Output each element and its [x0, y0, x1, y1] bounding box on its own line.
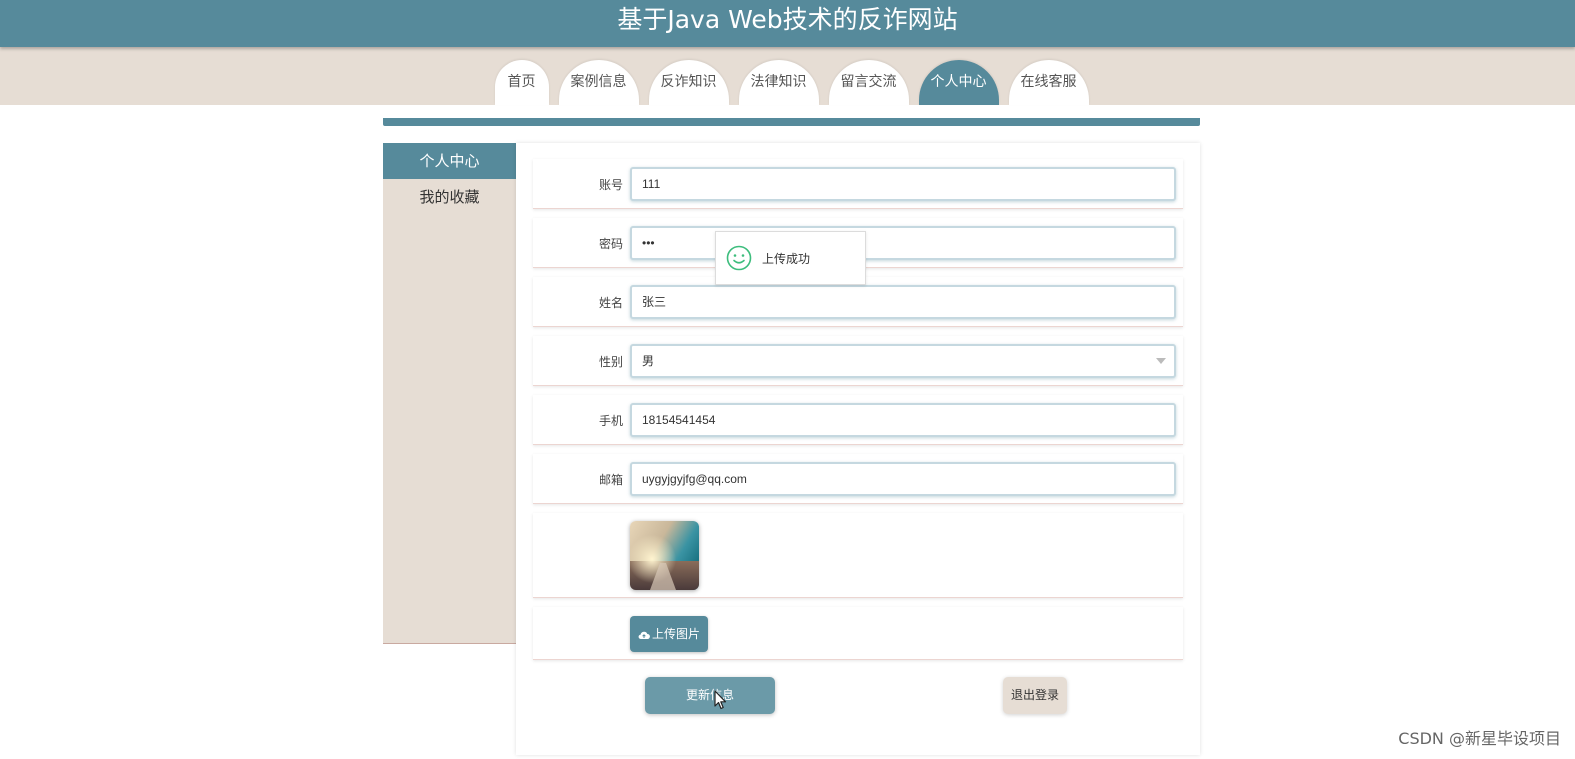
page: 基于Java Web技术的反诈网站 首页 案例信息 反诈知识 法律知识 留言交流…	[0, 0, 1575, 759]
chevron-down-icon	[1156, 358, 1166, 364]
form-row-email: 邮箱 uygyjgyjfg@qq.com	[533, 454, 1183, 504]
sidebar-item-favorites[interactable]: 我的收藏	[383, 179, 516, 215]
account-label: 账号	[598, 178, 623, 192]
site-header: 基于Java Web技术的反诈网站	[0, 0, 1575, 47]
toast-message: 上传成功	[762, 252, 811, 266]
nav-tab-law[interactable]: 法律知识	[738, 60, 819, 105]
mouse-cursor-icon	[714, 690, 727, 710]
name-label: 姓名	[598, 296, 623, 310]
gender-selected-value: 男	[642, 354, 655, 368]
gender-label: 性别	[598, 355, 623, 369]
nav-tab-customer-service[interactable]: 在线客服	[1008, 60, 1089, 105]
nav-tab-personal-center[interactable]: 个人中心	[918, 60, 999, 105]
gender-select[interactable]: 男	[630, 344, 1176, 378]
email-label: 邮箱	[598, 473, 623, 487]
upload-button-label: 上传图片	[651, 627, 700, 641]
form-row-upload: 上传图片	[533, 607, 1183, 660]
avatar-image	[630, 521, 699, 590]
logout-button[interactable]: 退出登录	[1003, 677, 1067, 714]
phone-label: 手机	[598, 414, 623, 428]
password-label: 密码	[598, 237, 623, 251]
smile-icon	[726, 245, 752, 271]
password-input[interactable]: •••	[630, 226, 1176, 260]
upload-success-toast: 上传成功	[715, 231, 866, 285]
email-input[interactable]: uygyjgyjfg@qq.com	[630, 462, 1176, 496]
account-input[interactable]: 111	[630, 167, 1176, 201]
sidebar: 个人中心 我的收藏	[383, 143, 516, 644]
form-row-account: 账号 111	[533, 159, 1183, 209]
avatar	[630, 521, 699, 590]
nav-tab-messages[interactable]: 留言交流	[828, 60, 909, 105]
sidebar-item-personal-center[interactable]: 个人中心	[383, 143, 516, 179]
nav-tab-anti-fraud[interactable]: 反诈知识	[648, 60, 729, 105]
form-row-avatar	[533, 513, 1183, 598]
nav-band: 首页 案例信息 反诈知识 法律知识 留言交流 个人中心 在线客服	[0, 47, 1575, 105]
site-title: 基于Java Web技术的反诈网站	[617, 5, 958, 34]
main-nav: 首页 案例信息 反诈知识 法律知识 留言交流 个人中心 在线客服	[0, 60, 1575, 105]
form-row-gender: 性别 男	[533, 336, 1183, 386]
form-row-phone: 手机 18154541454	[533, 395, 1183, 445]
nav-tab-home[interactable]: 首页	[494, 60, 549, 105]
cloud-upload-icon	[638, 631, 650, 639]
update-info-button[interactable]: 更新信息	[645, 677, 775, 714]
nav-tab-cases[interactable]: 案例信息	[558, 60, 639, 105]
nav-underbar	[383, 118, 1200, 126]
watermark: CSDN @新星毕设项目	[1398, 729, 1561, 748]
name-input[interactable]: 张三	[630, 285, 1176, 319]
upload-image-button[interactable]: 上传图片	[630, 616, 708, 652]
phone-input[interactable]: 18154541454	[630, 403, 1176, 437]
